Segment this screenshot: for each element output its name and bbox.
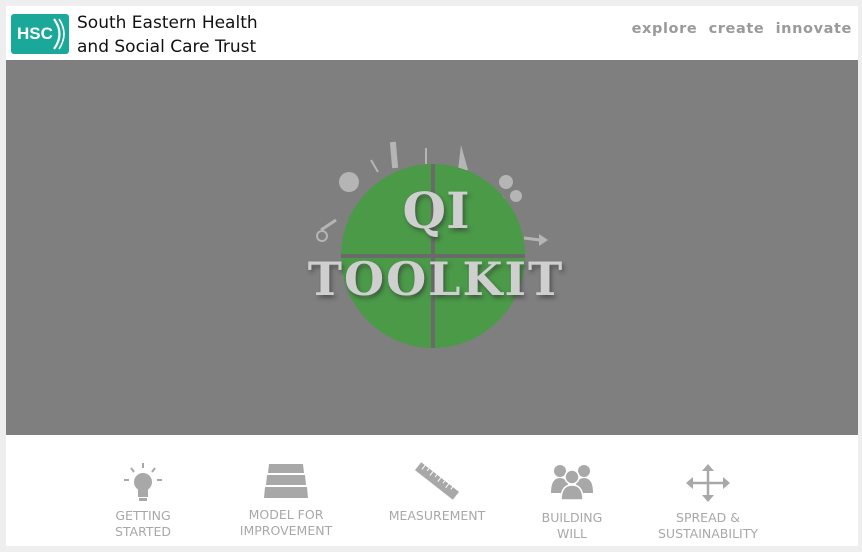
stacked-layers-icon <box>264 464 308 498</box>
logo-text-toolkit: TOOLKIT <box>308 252 564 306</box>
hsc-swoosh-icon <box>53 18 65 50</box>
qi-toolkit-logo[interactable]: QI TOOLKIT <box>6 60 858 435</box>
people-group-icon <box>551 465 593 501</box>
hsc-logo[interactable]: HSC <box>11 14 69 54</box>
nav-measurement[interactable]: MEASUREMENT <box>372 435 502 546</box>
nav-label: MEASUREMENT <box>388 508 486 523</box>
nav-label: GETTING STARTED <box>114 508 172 539</box>
move-arrows-icon <box>686 464 730 502</box>
tagline: explore create innovate <box>631 21 852 37</box>
lightbulb-icon <box>124 463 162 501</box>
trust-name-line2: and Social Care Trust <box>77 37 257 57</box>
nav-spread-sustainability[interactable]: SPREAD & SUSTAINABILITY <box>643 435 773 546</box>
header: HSC South Eastern Health and Social Care… <box>6 6 858 60</box>
nav-label: BUILDING WILL <box>541 510 603 541</box>
nav-label: MODEL FOR IMPROVEMENT <box>239 507 333 538</box>
nav-model-for-improvement[interactable]: MODEL FOR IMPROVEMENT <box>221 435 351 546</box>
nav-label: SPREAD & SUSTAINABILITY <box>657 510 758 541</box>
hero-banner: QI TOOLKIT <box>6 60 858 435</box>
bottom-nav: GETTING STARTED MODEL FOR IMPROVEMENT ME… <box>6 435 858 546</box>
nav-building-will[interactable]: BUILDING WILL <box>507 435 637 546</box>
hsc-logo-text: HSC <box>17 24 53 43</box>
nav-getting-started[interactable]: GETTING STARTED <box>78 435 208 546</box>
ruler-icon <box>415 462 459 500</box>
trust-name-line1: South Eastern Health <box>77 13 258 33</box>
logo-text-qi: QI <box>403 181 470 240</box>
trust-name: South Eastern Health and Social Care Tru… <box>77 11 258 59</box>
app-frame: HSC South Eastern Health and Social Care… <box>6 6 858 546</box>
